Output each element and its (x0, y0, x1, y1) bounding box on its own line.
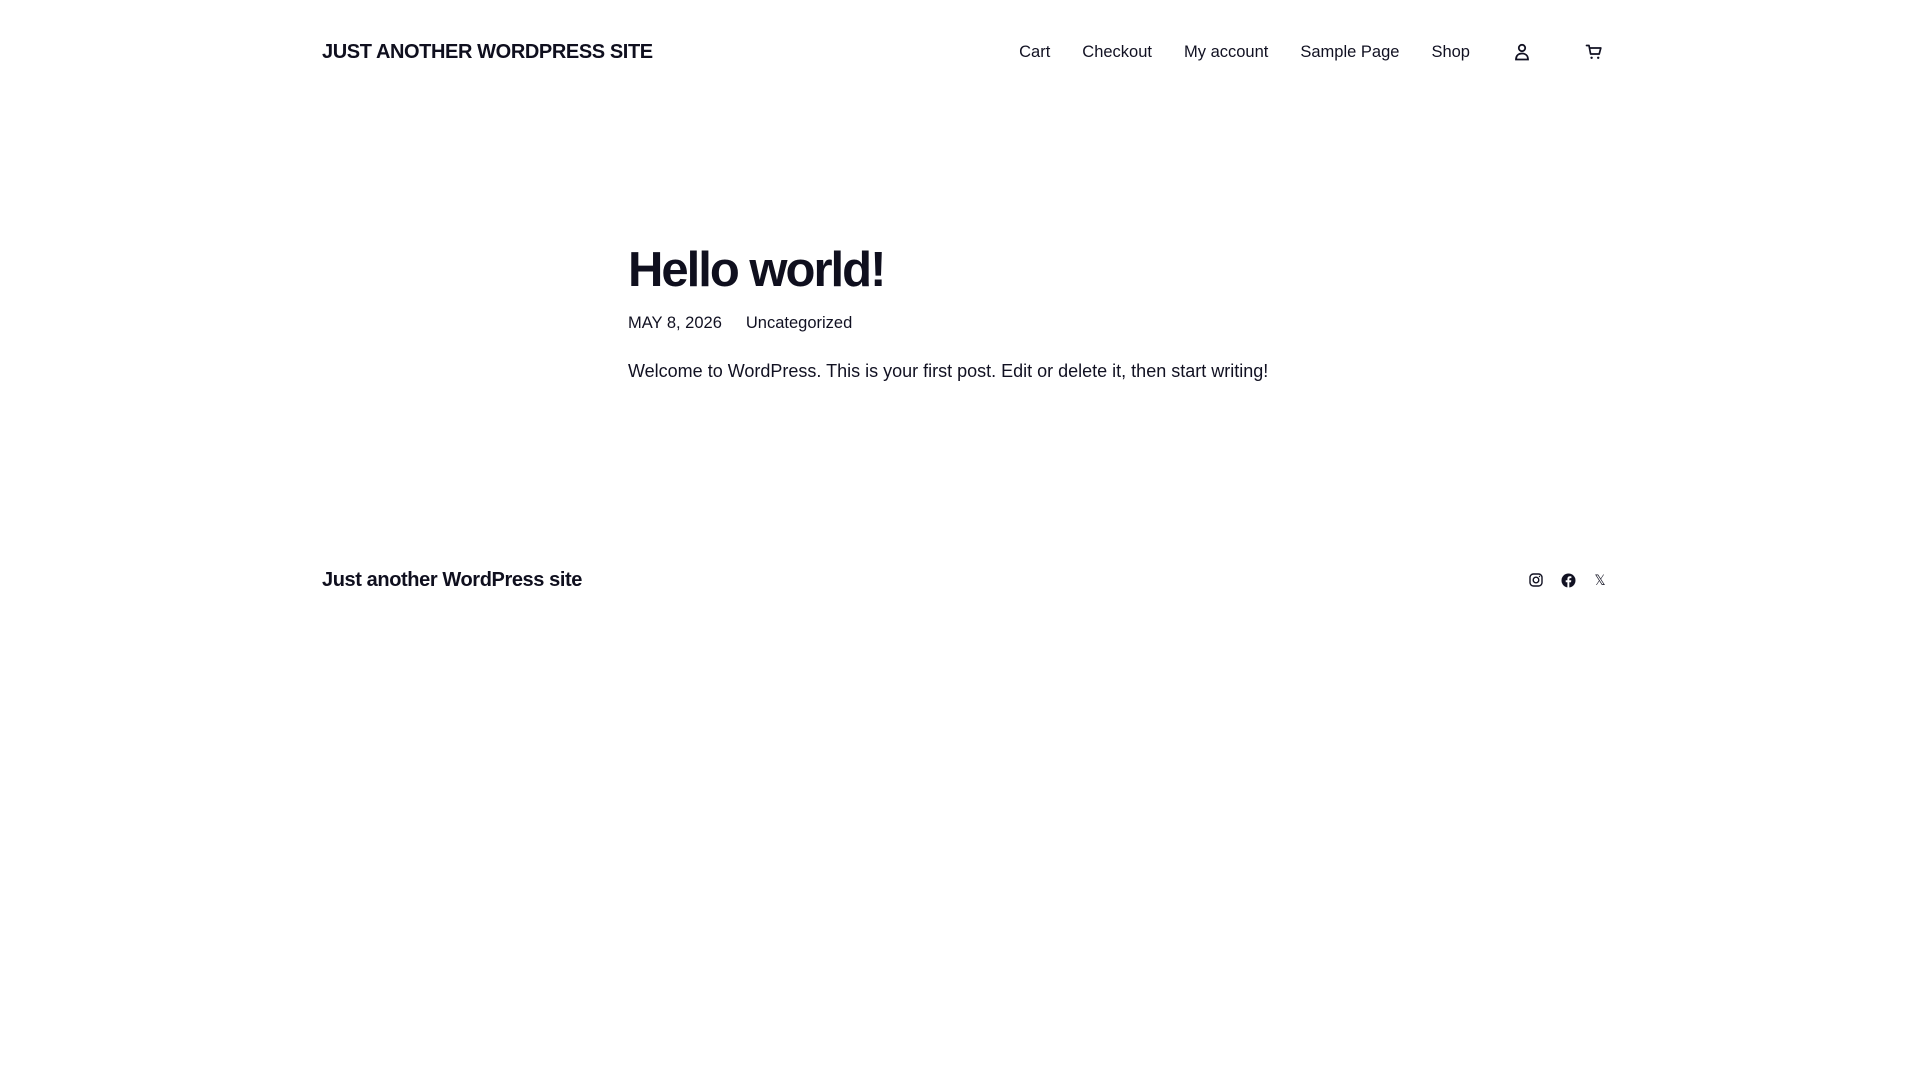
page: JUST ANOTHER WORDPRESS SITE Cart Checkou… (0, 0, 1920, 1080)
nav-link-checkout[interactable]: Checkout (1082, 43, 1152, 62)
site-footer: Just another WordPress site 𝕏 (322, 566, 1612, 594)
post-meta: MAY 8, 2026 Uncategorized (628, 314, 1328, 333)
post-category-link[interactable]: Uncategorized (746, 314, 852, 333)
post-excerpt: Welcome to WordPress. This is your first… (628, 361, 1269, 381)
post-title[interactable]: Hello world! (628, 240, 1328, 300)
nav-link-sample-page[interactable]: Sample Page (1300, 43, 1399, 62)
site-header: JUST ANOTHER WORDPRESS SITE Cart Checkou… (322, 36, 1612, 68)
facebook-icon[interactable] (1560, 572, 1576, 588)
x-icon[interactable]: 𝕏 (1592, 572, 1608, 588)
instagram-icon[interactable] (1528, 572, 1544, 588)
social-links: 𝕏 (1528, 572, 1608, 588)
nav-link-cart[interactable]: Cart (1019, 43, 1050, 62)
user-icon[interactable] (1510, 40, 1534, 64)
post-article: Hello world! MAY 8, 2026 Uncategorized W… (628, 240, 1328, 385)
primary-navigation: Cart Checkout My account Sample Page Sho… (1019, 36, 1612, 68)
cart-icon[interactable] (1582, 40, 1606, 64)
nav-link-my-account[interactable]: My account (1184, 43, 1268, 62)
footer-site-title-link[interactable]: Just another WordPress site (322, 569, 582, 592)
site-title-link[interactable]: JUST ANOTHER WORDPRESS SITE (322, 41, 653, 64)
nav-link-shop[interactable]: Shop (1431, 43, 1470, 62)
post-date: MAY 8, 2026 (628, 314, 722, 332)
